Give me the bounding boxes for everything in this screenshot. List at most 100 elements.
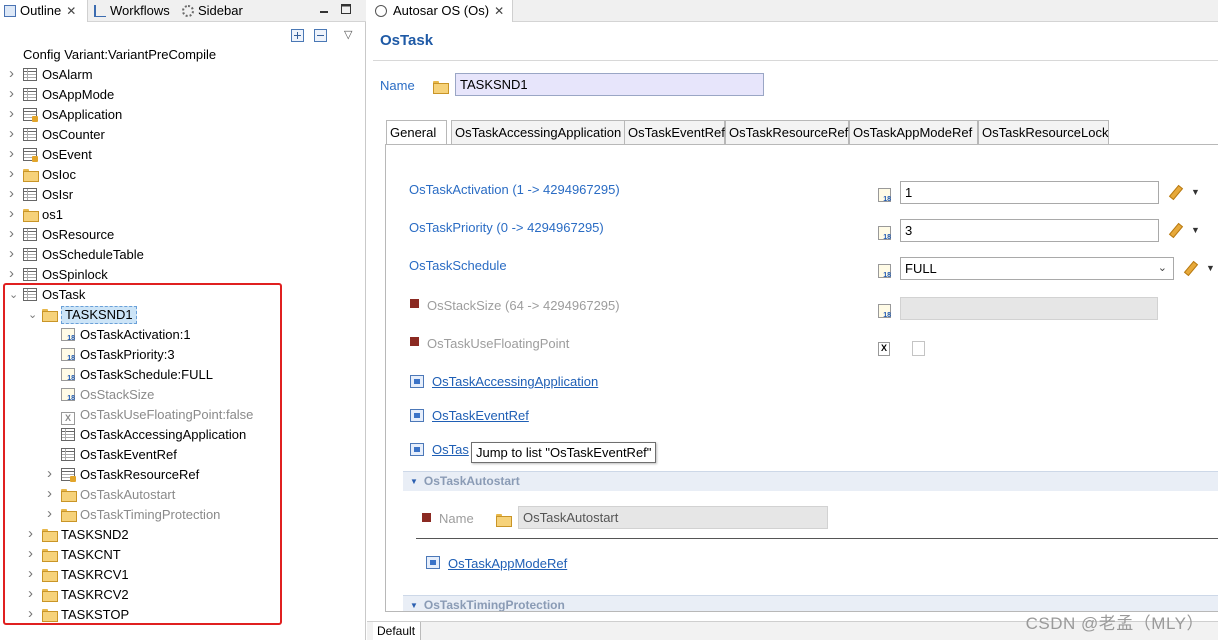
appmode-ref-link[interactable]: OsTaskAppModeRef xyxy=(448,556,567,571)
tree-item[interactable]: › os1 xyxy=(9,205,63,225)
tree-item[interactable]: › OsIoc xyxy=(9,165,76,185)
tree-item[interactable]: OsTaskPriority:3 xyxy=(61,345,175,365)
edit-pencil-icon[interactable] xyxy=(1182,260,1198,276)
name-field[interactable]: TASKSND1 xyxy=(455,73,764,96)
accessing-application-link[interactable]: OsTaskAccessingApplication xyxy=(432,374,598,389)
tree-item[interactable]: X OsTaskUseFloatingPoint:false xyxy=(61,405,253,425)
tree-item[interactable]: › OsAlarm xyxy=(9,65,93,85)
tree-item[interactable]: › TASKSTOP xyxy=(28,605,129,625)
expand-chevron-icon[interactable]: › xyxy=(9,184,19,204)
tree-item[interactable]: Config Variant:VariantPreCompile xyxy=(23,45,216,65)
tab-default[interactable]: Default xyxy=(373,622,422,640)
tree-item[interactable]: › OsTaskResourceRef xyxy=(47,465,200,485)
tab-ostask-resource-lock[interactable]: OsTaskResourceLock xyxy=(978,120,1109,145)
collapse-triangle-icon[interactable]: ▼ xyxy=(410,477,418,486)
expand-chevron-icon[interactable]: › xyxy=(47,464,57,484)
expand-chevron-icon[interactable]: › xyxy=(9,64,19,84)
edit-pencil-icon[interactable] xyxy=(1167,184,1183,200)
tab-ostask-event-ref[interactable]: OsTaskEventRef xyxy=(624,120,725,145)
tree-item[interactable]: ⌄ OsTask xyxy=(9,285,85,305)
tab-autosar-os[interactable]: Autosar OS (Os) ✕ xyxy=(367,0,514,22)
priority-field[interactable]: 3 xyxy=(900,219,1159,242)
edit-pencil-icon[interactable] xyxy=(1167,222,1183,238)
tree-item[interactable]: ⌄ TASKSND1 xyxy=(28,305,137,325)
tree-item[interactable]: OsTaskActivation:1 xyxy=(61,325,191,345)
close-icon[interactable]: ✕ xyxy=(66,4,76,18)
chevron-down-icon[interactable]: ⌄ xyxy=(1158,258,1167,279)
tab-ostask-accessing-application[interactable]: OsTaskAccessingApplication xyxy=(451,120,625,145)
expand-chevron-icon[interactable]: › xyxy=(47,484,57,504)
tree-item-label: OsTaskResourceRef xyxy=(80,467,200,482)
tab-ostask-resource-ref[interactable]: OsTaskResourceRef xyxy=(725,120,849,145)
tree-item[interactable]: › TASKSND2 xyxy=(28,525,129,545)
table-param-icon xyxy=(61,468,76,482)
tab-ostask-appmode-ref[interactable]: OsTaskAppModeRef xyxy=(849,120,978,145)
tab-outline[interactable]: Outline ✕ xyxy=(0,0,88,22)
tree-item[interactable]: OsTaskAccessingApplication xyxy=(61,425,246,445)
expand-chevron-icon[interactable]: › xyxy=(9,224,19,244)
chevron-down-icon[interactable]: ▼ xyxy=(1191,225,1200,235)
tab-general[interactable]: General xyxy=(386,120,447,146)
event-ref-link[interactable]: OsTaskEventRef xyxy=(432,408,529,423)
tree-item[interactable]: › OsSpinlock xyxy=(9,265,108,285)
tree-item[interactable]: › OsEvent xyxy=(9,145,92,165)
expand-chevron-icon[interactable]: › xyxy=(28,524,38,544)
tree-item[interactable]: › OsResource xyxy=(9,225,114,245)
expand-chevron-icon[interactable]: › xyxy=(9,264,19,284)
maximize-icon[interactable] xyxy=(340,3,352,15)
editor-tab-icon xyxy=(375,5,387,17)
expand-chevron-icon[interactable]: › xyxy=(9,124,19,144)
tree-item[interactable]: › OsTaskAutostart xyxy=(47,485,176,505)
boolean-param-icon: X xyxy=(878,342,890,356)
tree-item-label: OsTaskAutostart xyxy=(80,487,176,502)
table-icon xyxy=(23,288,37,301)
autostart-section-header[interactable]: ▼ OsTaskAutostart xyxy=(403,471,1218,491)
close-icon[interactable]: ✕ xyxy=(494,4,504,18)
chevron-down-icon[interactable]: ▼ xyxy=(1206,263,1215,273)
expand-chevron-icon[interactable]: › xyxy=(9,244,19,264)
minimize-icon[interactable] xyxy=(318,3,330,15)
collapse-chevron-icon[interactable]: ⌄ xyxy=(9,285,19,305)
tree-item[interactable]: › OsScheduleTable xyxy=(9,245,144,265)
tree-item[interactable]: OsTaskEventRef xyxy=(61,445,177,465)
tab-sidebar[interactable]: Sidebar xyxy=(182,0,243,22)
tree-item[interactable]: › OsTaskTimingProtection xyxy=(47,505,220,525)
collapse-all-icon[interactable] xyxy=(314,29,327,42)
tree-item[interactable]: › TASKCNT xyxy=(28,545,121,565)
expand-chevron-icon[interactable]: › xyxy=(9,164,19,184)
collapse-chevron-icon[interactable]: ⌄ xyxy=(28,305,38,325)
expand-chevron-icon[interactable]: › xyxy=(9,144,19,164)
resource-ref-link[interactable]: OsTas xyxy=(432,442,469,457)
tree-item[interactable]: › TASKRCV1 xyxy=(28,565,129,585)
activation-field[interactable]: 1 xyxy=(900,181,1159,204)
tree-item[interactable]: › OsAppMode xyxy=(9,85,114,105)
schedule-select[interactable]: FULL ⌄ xyxy=(900,257,1174,280)
expand-all-icon[interactable] xyxy=(291,29,304,42)
folder-icon xyxy=(23,168,39,182)
expand-chevron-icon[interactable]: › xyxy=(28,604,38,624)
tree-item[interactable]: › OsIsr xyxy=(9,185,73,205)
tree-item[interactable]: › OsApplication xyxy=(9,105,122,125)
expand-chevron-icon[interactable]: › xyxy=(9,84,19,104)
param-info-icon xyxy=(878,304,891,319)
tree-item[interactable]: › TASKRCV2 xyxy=(28,585,129,605)
expand-chevron-icon[interactable]: › xyxy=(28,564,38,584)
view-menu-chevron-down-icon[interactable]: ▽ xyxy=(344,28,352,41)
expand-chevron-icon[interactable]: › xyxy=(9,104,19,124)
expand-chevron-icon[interactable]: › xyxy=(28,544,38,564)
autostart-name-field[interactable]: OsTaskAutostart xyxy=(518,506,828,529)
autostart-section-title: OsTaskAutostart xyxy=(423,474,520,488)
tab-workflows[interactable]: Workflows xyxy=(94,0,170,22)
stack-size-field[interactable] xyxy=(900,297,1158,320)
collapse-triangle-icon[interactable]: ▼ xyxy=(410,601,418,610)
floating-point-checkbox[interactable] xyxy=(912,341,925,356)
tree-item[interactable]: › OsCounter xyxy=(9,125,105,145)
expand-chevron-icon[interactable]: › xyxy=(28,584,38,604)
table-icon xyxy=(23,228,37,241)
folder-open-icon xyxy=(433,80,449,94)
tree-item[interactable]: OsStackSize xyxy=(61,385,154,405)
expand-chevron-icon[interactable]: › xyxy=(47,504,57,524)
chevron-down-icon[interactable]: ▼ xyxy=(1191,187,1200,197)
expand-chevron-icon[interactable]: › xyxy=(9,204,19,224)
tree-item[interactable]: OsTaskSchedule:FULL xyxy=(61,365,213,385)
